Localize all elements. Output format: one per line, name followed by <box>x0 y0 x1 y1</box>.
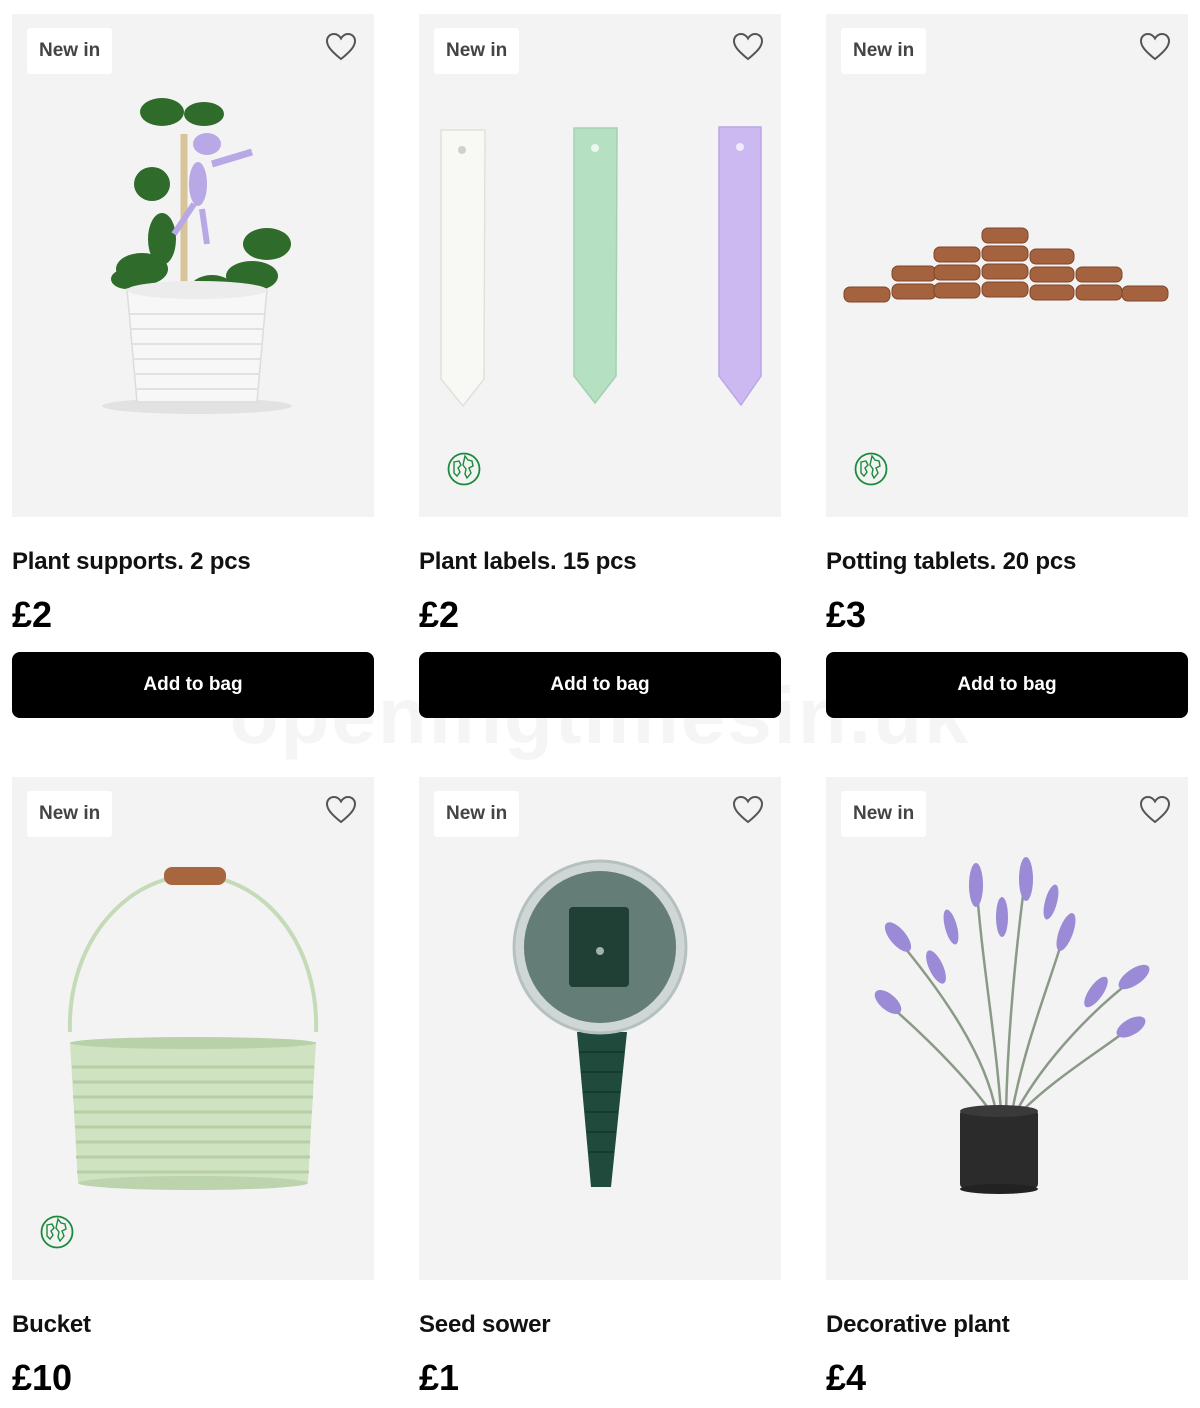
favourite-heart-icon[interactable] <box>1139 795 1171 825</box>
new-in-badge: New in <box>434 28 520 74</box>
product-image-area[interactable]: New in <box>419 777 781 1280</box>
decorative-plant-image <box>874 857 1150 1194</box>
add-to-bag-button[interactable]: Add to bag <box>419 652 781 718</box>
favourite-heart-icon[interactable] <box>732 795 764 825</box>
product-price: £2 <box>12 594 53 635</box>
favourite-heart-icon[interactable] <box>1139 32 1171 62</box>
seed-sower-image <box>512 859 688 1187</box>
product-price: £2 <box>419 594 460 635</box>
globe-eco-icon <box>854 452 888 486</box>
product-price: £1 <box>419 1357 460 1398</box>
favourite-heart-icon[interactable] <box>325 795 357 825</box>
globe-eco-icon <box>447 452 481 486</box>
product-card-bucket[interactable]: New in Bucket £10 <box>12 777 374 1398</box>
product-price: £10 <box>12 1357 73 1398</box>
add-to-bag-button[interactable]: Add to bag <box>12 652 374 718</box>
favourite-heart-icon[interactable] <box>732 32 764 62</box>
product-title[interactable]: Potting tablets. 20 pcs <box>826 548 1076 576</box>
new-in-badge: New in <box>27 28 113 74</box>
product-title[interactable]: Seed sower <box>419 1311 551 1339</box>
product-card-plant-supports[interactable]: New in Plant supports. 2 pcs £2 Add to b… <box>12 14 374 718</box>
plant-supports-image <box>102 98 292 414</box>
product-image-area[interactable]: New in <box>12 14 374 517</box>
new-in-badge: New in <box>434 791 520 837</box>
product-image-area[interactable]: New in <box>12 777 374 1280</box>
product-card-potting-tablets[interactable]: New in Potting tablets. 20 pcs £3 Add to… <box>826 14 1188 718</box>
favourite-heart-icon[interactable] <box>325 32 357 62</box>
product-image-area[interactable]: New in <box>826 777 1188 1280</box>
bucket-image <box>67 867 319 1190</box>
product-card-decorative-plant[interactable]: New in Decorative plant £4 <box>826 777 1188 1398</box>
new-in-badge: New in <box>27 791 113 837</box>
product-title[interactable]: Decorative plant <box>826 1311 1010 1339</box>
product-price: £3 <box>826 594 867 635</box>
product-card-seed-sower[interactable]: New in Seed sower £1 <box>419 777 781 1398</box>
product-price: £4 <box>826 1357 867 1398</box>
plant-labels-image <box>440 126 762 408</box>
product-image-area[interactable]: New in <box>419 14 781 517</box>
new-in-badge: New in <box>841 28 927 74</box>
product-title[interactable]: Bucket <box>12 1311 91 1339</box>
product-title[interactable]: Plant supports. 2 pcs <box>12 548 251 576</box>
product-title[interactable]: Plant labels. 15 pcs <box>419 548 637 576</box>
potting-tablets-image <box>843 227 1169 303</box>
product-image-area[interactable]: New in <box>826 14 1188 517</box>
product-card-plant-labels[interactable]: New in Plant labels. 15 pcs £2 Add to ba… <box>419 14 781 718</box>
add-to-bag-button[interactable]: Add to bag <box>826 652 1188 718</box>
globe-eco-icon <box>40 1215 74 1249</box>
new-in-badge: New in <box>841 791 927 837</box>
